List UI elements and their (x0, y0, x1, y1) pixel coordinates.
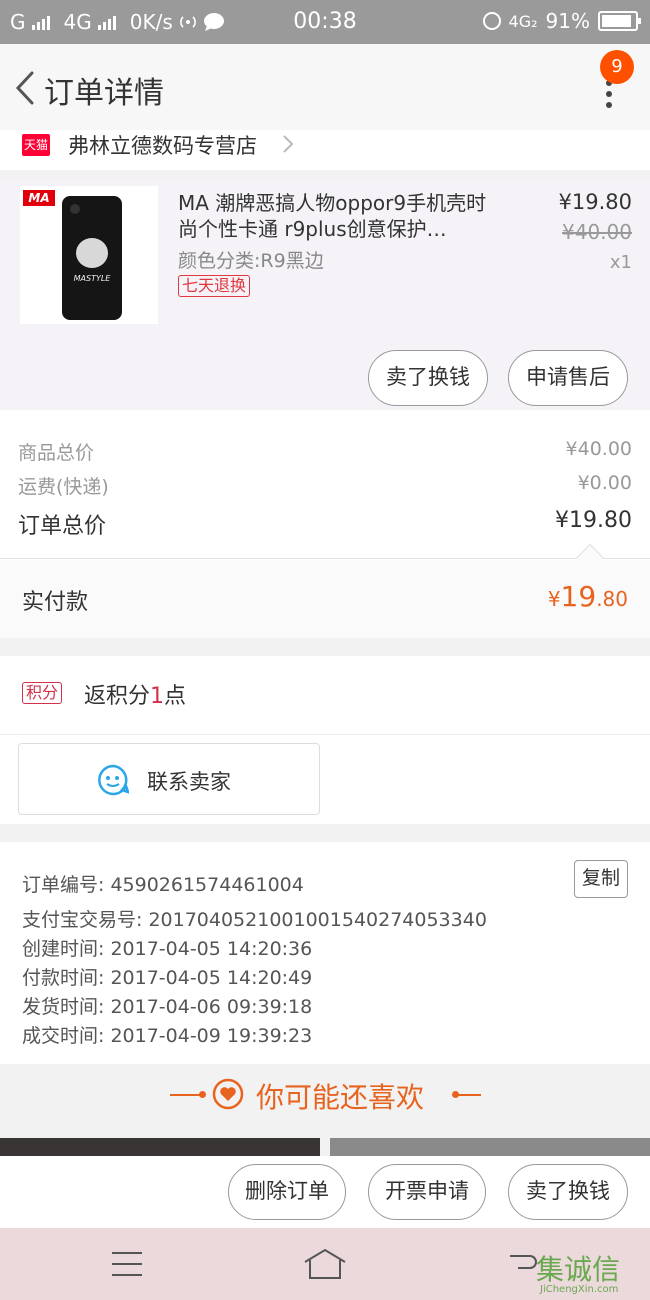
sell-button[interactable]: 卖了换钱 (368, 350, 488, 406)
alarm-icon (482, 12, 501, 30)
divider-right (455, 1094, 481, 1096)
recommend-images (0, 1138, 650, 1158)
recommend-title: 你可能还喜欢 (256, 1081, 425, 1114)
contact-seller-label: 联系卖家 (147, 770, 231, 794)
product-image[interactable]: MA MASTYLE (20, 186, 158, 324)
paid-currency: ¥ (547, 587, 561, 611)
contact-area: 联系卖家 (0, 734, 650, 824)
paid-amount: ¥19.80 (548, 580, 628, 613)
phone-case-image: MASTYLE (62, 196, 122, 320)
message-count-badge: 9 (600, 50, 634, 84)
copy-button[interactable]: 复制 (574, 860, 628, 898)
watermark-logo: 集诚信 (536, 1253, 621, 1286)
product-title[interactable]: MA 潮牌恶搞人物oppor9手机壳时尚个性卡通 r9plus创意保护… (178, 190, 493, 242)
recommend-header: 你可能还喜欢 (0, 1064, 650, 1128)
menu-icon[interactable] (112, 1252, 142, 1276)
price-summary: 商品总价 ¥40.00 运费(快递) ¥0.00 订单总价 ¥19.80 (0, 410, 650, 573)
points-prefix: 返积分 (84, 684, 151, 709)
invoice-request-button[interactable]: 开票申请 (368, 1164, 486, 1220)
shipping-label: 运费(快递) (18, 476, 109, 498)
battery-icon (598, 11, 641, 31)
delete-order-button[interactable]: 删除订单 (228, 1164, 346, 1220)
paid-time: 付款时间: 2017-04-05 14:20:49 (22, 967, 313, 989)
tmall-badge: 天猫 (22, 134, 50, 156)
goods-total-label: 商品总价 (18, 442, 95, 464)
product-item[interactable]: MA MASTYLE MA 潮牌恶搞人物oppor9手机壳时尚个性卡通 r9pl… (0, 178, 650, 410)
heart-icon (212, 1078, 244, 1110)
order-number: 订单编号: 4590261574461004 (22, 874, 304, 896)
store-name[interactable]: 弗林立德数码专营店 (68, 130, 257, 160)
points-tag: 积分 (22, 682, 63, 704)
paid-label: 实付款 (22, 590, 89, 615)
order-info: 订单编号: 4590261574461004 支付宝交易号: 201704052… (0, 842, 650, 1064)
home-icon[interactable] (302, 1248, 348, 1280)
divider (0, 558, 650, 559)
shipped-time: 发货时间: 2017-04-06 09:39:18 (22, 996, 313, 1018)
product-price: ¥19.80 (558, 190, 632, 214)
after-sale-button[interactable]: 申请售后 (508, 350, 628, 406)
recommend-image-1[interactable] (0, 1138, 320, 1158)
completed-time: 成交时间: 2017-04-09 19:39:23 (22, 1025, 313, 1047)
paid-row: 实付款 ¥19.80 (0, 560, 650, 638)
bottom-action-bar: 删除订单 开票申请 卖了换钱 (0, 1156, 650, 1228)
shipping-value: ¥0.00 (577, 472, 632, 494)
more-menu-icon[interactable] (606, 80, 614, 114)
order-total-value: ¥19.80 (555, 508, 632, 533)
order-total-label: 订单总价 (18, 514, 107, 539)
product-quantity: x1 (609, 252, 632, 273)
points-row: 积分 返积分1点 (0, 656, 650, 734)
nav-bar: 订单详情 9 (0, 44, 650, 130)
points-value: 1 (150, 684, 165, 709)
contact-seller-button[interactable]: 联系卖家 (18, 743, 320, 815)
recommend-image-2[interactable] (330, 1138, 650, 1158)
page-title: 订单详情 (44, 76, 164, 111)
sell-again-button[interactable]: 卖了换钱 (508, 1164, 628, 1220)
points-suffix: 点 (164, 684, 187, 709)
back-icon[interactable] (508, 1250, 538, 1278)
status-right: 4G₂ 91% (482, 9, 641, 33)
back-arrow-icon[interactable] (10, 70, 42, 106)
store-row[interactable]: 天猫 弗林立德数码专营店 (0, 130, 650, 170)
chat-bubble-icon (98, 764, 129, 796)
divider-left (170, 1094, 202, 1096)
alipay-trade-number: 支付宝交易号: 2017040521001001540274053340 (22, 909, 487, 931)
watermark-url: JiChengXin.com (540, 1284, 619, 1295)
created-time: 创建时间: 2017-04-05 14:20:36 (22, 938, 313, 960)
refund-policy-tag: 七天退换 (178, 275, 251, 297)
battery-percent: 91% (545, 9, 590, 33)
chevron-right-icon (283, 135, 294, 153)
paid-decimal: .80 (596, 587, 628, 611)
network-label-2: 4G₂ (508, 11, 538, 31)
original-price: ¥40.00 (562, 220, 632, 244)
cartoon-face (76, 238, 108, 268)
brand-logo: MA (23, 190, 55, 206)
status-bar: G 4G 0K/s 00:38 4G₂ 91% (0, 0, 650, 44)
case-print-text: MASTYLE (73, 274, 111, 283)
dot-left (199, 1091, 206, 1098)
battery-fill (602, 15, 632, 27)
paid-integer: 19 (560, 580, 597, 613)
goods-total-value: ¥40.00 (565, 438, 632, 460)
system-nav-bar: 集诚信 JiChengXin.com (0, 1228, 650, 1300)
points-text: 返积分1点 (84, 678, 186, 710)
product-sku: 颜色分类:R9黑边 (178, 250, 324, 272)
camera-hole (70, 204, 80, 214)
